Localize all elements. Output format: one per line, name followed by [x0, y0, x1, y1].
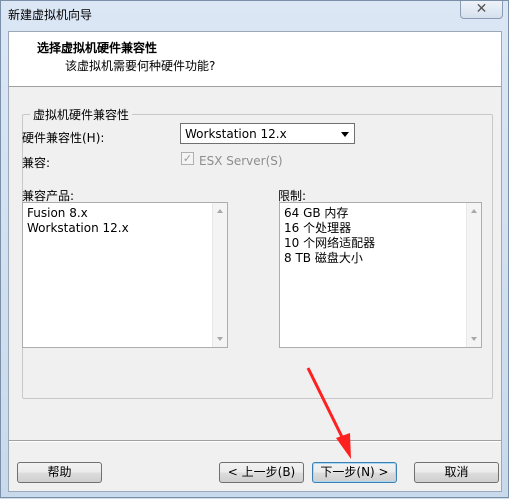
list-item: Workstation 12.x	[27, 221, 129, 235]
list-item: 8 TB 磁盘大小	[284, 251, 363, 265]
list-item: 16 个处理器	[284, 221, 352, 235]
chevron-down-icon	[341, 132, 349, 137]
dialog-body: 选择虚拟机硬件兼容性 该虚拟机需要何种硬件功能? 虚拟机硬件兼容性 硬件兼容性(…	[8, 31, 502, 492]
window-title: 新建虚拟机向导	[8, 8, 93, 22]
close-button[interactable]: ✕	[460, 1, 503, 19]
list-item: Fusion 8.x	[27, 206, 88, 220]
page-title: 选择虚拟机硬件兼容性	[37, 41, 158, 55]
button-separator	[9, 440, 501, 442]
esx-server-checkbox[interactable]: ✓	[181, 152, 194, 165]
cancel-button[interactable]: 取消	[414, 462, 499, 483]
wizard-window: 新建虚拟机向导 ✕ 选择虚拟机硬件兼容性 该虚拟机需要何种硬件功能? 虚拟机硬件…	[0, 0, 509, 498]
scroll-down-icon[interactable]	[471, 337, 477, 341]
scroll-up-icon[interactable]	[471, 209, 477, 213]
limits-list[interactable]: 64 GB 内存 16 个处理器 10 个网络适配器 8 TB 磁盘大小	[279, 202, 482, 348]
list-item: 64 GB 内存	[284, 206, 349, 220]
title-bar: 新建虚拟机向导 ✕	[1, 1, 508, 29]
back-button[interactable]: < 上一步(B)	[219, 462, 304, 483]
hardware-compat-label: 硬件兼容性(H):	[22, 131, 105, 145]
hardware-compat-value: Workstation 12.x	[185, 127, 287, 141]
compat-label: 兼容:	[22, 156, 51, 170]
next-button[interactable]: 下一步(N) >	[312, 462, 397, 483]
help-button[interactable]: 帮助	[17, 462, 102, 483]
esx-server-label: ESX Server(S)	[199, 154, 283, 168]
compat-products-list[interactable]: Fusion 8.x Workstation 12.x	[22, 202, 228, 348]
checkmark-icon: ✓	[182, 152, 193, 165]
scroll-up-icon[interactable]	[217, 209, 223, 213]
limits-scrollbar[interactable]	[466, 203, 481, 347]
group-legend: 虚拟机硬件兼容性	[30, 106, 133, 123]
scroll-down-icon[interactable]	[217, 337, 223, 341]
products-scrollbar[interactable]	[212, 203, 227, 347]
wizard-header: 选择虚拟机硬件兼容性 该虚拟机需要何种硬件功能?	[9, 32, 501, 87]
list-item: 10 个网络适配器	[284, 236, 376, 250]
close-icon: ✕	[475, 1, 488, 17]
page-subtitle: 该虚拟机需要何种硬件功能?	[65, 59, 216, 73]
hardware-compat-select[interactable]: Workstation 12.x	[180, 123, 355, 144]
